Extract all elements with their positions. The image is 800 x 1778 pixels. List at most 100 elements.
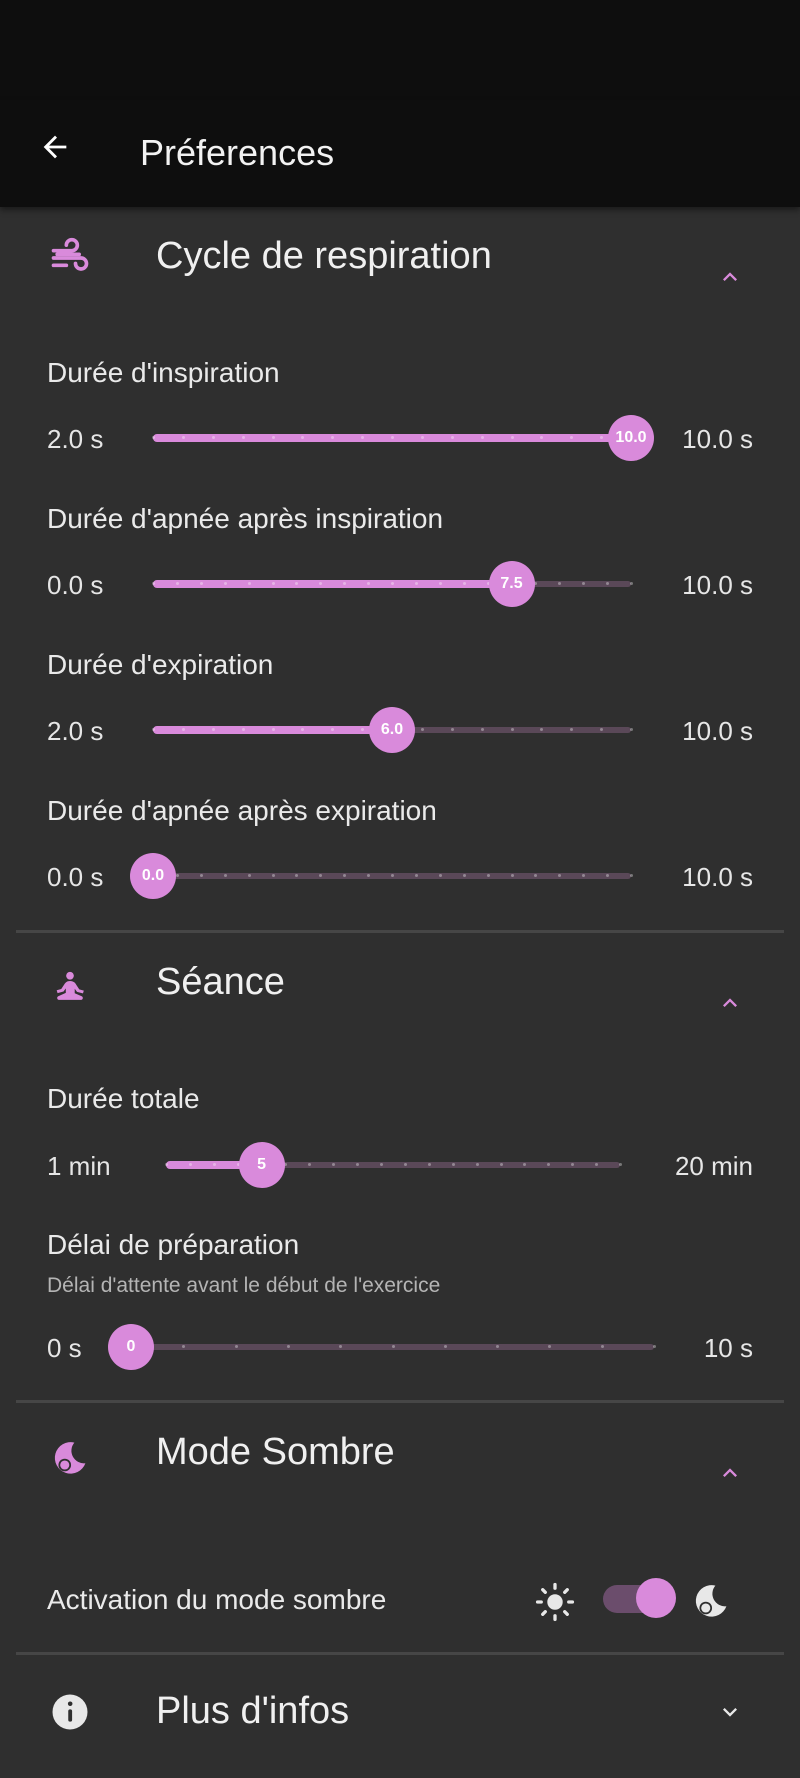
slider-tick bbox=[548, 1345, 552, 1348]
slider-tick bbox=[331, 436, 335, 439]
slider-tick bbox=[152, 728, 155, 731]
slider-thumb[interactable]: 10.0 bbox=[608, 415, 654, 461]
slider-ticks bbox=[130, 1345, 656, 1349]
chevron-up-icon[interactable] bbox=[710, 983, 750, 1023]
slider-label-expiration: Durée d'expiration bbox=[47, 649, 274, 680]
dark-mode-toggle[interactable] bbox=[603, 1578, 676, 1618]
slider-tick bbox=[361, 436, 365, 439]
slider-thumb[interactable]: 0.0 bbox=[130, 853, 176, 899]
slider-tick bbox=[367, 874, 371, 877]
slider-tick bbox=[510, 436, 514, 439]
slider-tick bbox=[308, 1163, 312, 1166]
page-title: Préferences bbox=[140, 132, 335, 173]
app-bar: Préferences bbox=[0, 100, 800, 207]
slider-sublabel-preparation-delay: Délai d'attente avant le début de l'exer… bbox=[47, 1274, 441, 1297]
slider-ticks bbox=[152, 874, 633, 878]
slider-tick bbox=[223, 582, 227, 585]
slider-tick bbox=[523, 1163, 527, 1166]
slider-tick bbox=[319, 874, 323, 877]
divider bbox=[16, 930, 784, 933]
chevron-down-icon[interactable] bbox=[710, 1692, 750, 1732]
slider-tick bbox=[152, 436, 155, 439]
slider-tick bbox=[181, 728, 185, 731]
slider-tick bbox=[286, 1345, 290, 1348]
slider-tick bbox=[332, 1163, 336, 1166]
total-duration-slider[interactable]: 5 bbox=[165, 1142, 622, 1188]
slider-tick bbox=[343, 874, 347, 877]
moon-icon bbox=[46, 1434, 94, 1482]
hold-after-expiration-slider[interactable]: 0.0 bbox=[130, 853, 633, 899]
slider-tick bbox=[606, 582, 610, 585]
section-header-dark-mode[interactable]: Mode Sombre bbox=[0, 1406, 800, 1506]
sun-icon bbox=[533, 1580, 577, 1624]
slider-ticks bbox=[152, 582, 633, 586]
slider-tick bbox=[534, 582, 538, 585]
section-title-dark-mode: Mode Sombre bbox=[156, 1431, 395, 1473]
slider-tick bbox=[188, 1163, 192, 1166]
chevron-up-icon[interactable] bbox=[710, 257, 750, 297]
slider-tick bbox=[331, 728, 335, 731]
status-bar bbox=[0, 0, 800, 100]
back-button[interactable] bbox=[30, 122, 80, 172]
slider-tick bbox=[600, 728, 604, 731]
toggle-knob bbox=[636, 1578, 676, 1618]
slider-tick bbox=[420, 436, 424, 439]
slider-thumb[interactable]: 6.0 bbox=[369, 707, 415, 753]
section-header-session[interactable]: Séance bbox=[0, 936, 800, 1036]
slider-tick bbox=[301, 728, 305, 731]
expiration-slider[interactable]: 6.0 bbox=[152, 707, 633, 753]
slider-tick bbox=[175, 874, 179, 877]
slider-tick bbox=[427, 1163, 431, 1166]
inspiration-slider[interactable]: 10.0 bbox=[152, 415, 654, 461]
slider-tick bbox=[510, 728, 514, 731]
slider-tick bbox=[653, 1345, 656, 1348]
slider-tick bbox=[600, 1345, 604, 1348]
slider-tick bbox=[451, 1163, 455, 1166]
slider-tick bbox=[271, 728, 275, 731]
slider-thumb[interactable]: 5 bbox=[238, 1142, 285, 1188]
slider-tick bbox=[241, 436, 245, 439]
slider-tick bbox=[619, 1163, 622, 1166]
slider-tick bbox=[284, 1163, 288, 1166]
slider-max-label: 10.0 s bbox=[682, 570, 753, 600]
slider-thumb[interactable]: 7.5 bbox=[488, 561, 535, 607]
slider-tick bbox=[211, 728, 215, 731]
slider-label-preparation-delay: Délai de préparation bbox=[47, 1229, 300, 1260]
slider-max-label: 10 s bbox=[703, 1333, 753, 1363]
chevron-up-icon[interactable] bbox=[710, 1453, 750, 1493]
slider-tick bbox=[600, 436, 604, 439]
slider-label-inspiration: Durée d'inspiration bbox=[47, 357, 280, 388]
slider-tick bbox=[540, 728, 544, 731]
slider-max-label: 10.0 s bbox=[682, 424, 753, 454]
slider-tick bbox=[570, 728, 574, 731]
slider-tick bbox=[462, 582, 466, 585]
slider-tick bbox=[558, 582, 562, 585]
divider bbox=[16, 1652, 784, 1655]
slider-max-label: 10.0 s bbox=[682, 716, 753, 746]
slider-tick bbox=[499, 1163, 503, 1166]
slider-tick bbox=[212, 1163, 216, 1166]
slider-tick bbox=[319, 582, 323, 585]
slider-tick bbox=[391, 1345, 395, 1348]
slider-tick bbox=[241, 728, 245, 731]
slider-tick bbox=[247, 582, 251, 585]
slider-tick bbox=[339, 1345, 343, 1348]
slider-tick bbox=[199, 874, 203, 877]
preparation-delay-slider[interactable]: 0 bbox=[108, 1324, 656, 1370]
slider-min-label: 0.0 s bbox=[47, 570, 104, 600]
slider-label-hold-after-expiration: Durée d'apnée après expiration bbox=[47, 795, 437, 826]
wind-icon bbox=[46, 234, 94, 282]
hold-after-inspiration-slider[interactable]: 7.5 bbox=[152, 561, 633, 607]
section-header-more-info[interactable]: Plus d'infos bbox=[0, 1660, 800, 1760]
slider-ticks bbox=[165, 1163, 622, 1167]
slider-thumb[interactable]: 0 bbox=[108, 1324, 154, 1370]
slider-label-total-duration: Durée totale bbox=[47, 1083, 200, 1114]
slider-tick bbox=[510, 874, 514, 877]
slider-tick bbox=[438, 582, 442, 585]
slider-tick bbox=[367, 582, 371, 585]
slider-tick bbox=[558, 874, 562, 877]
slider-tick bbox=[534, 874, 538, 877]
slider-tick bbox=[630, 582, 633, 585]
section-header-breathing[interactable]: Cycle de respiration bbox=[0, 210, 800, 310]
slider-tick bbox=[496, 1345, 500, 1348]
